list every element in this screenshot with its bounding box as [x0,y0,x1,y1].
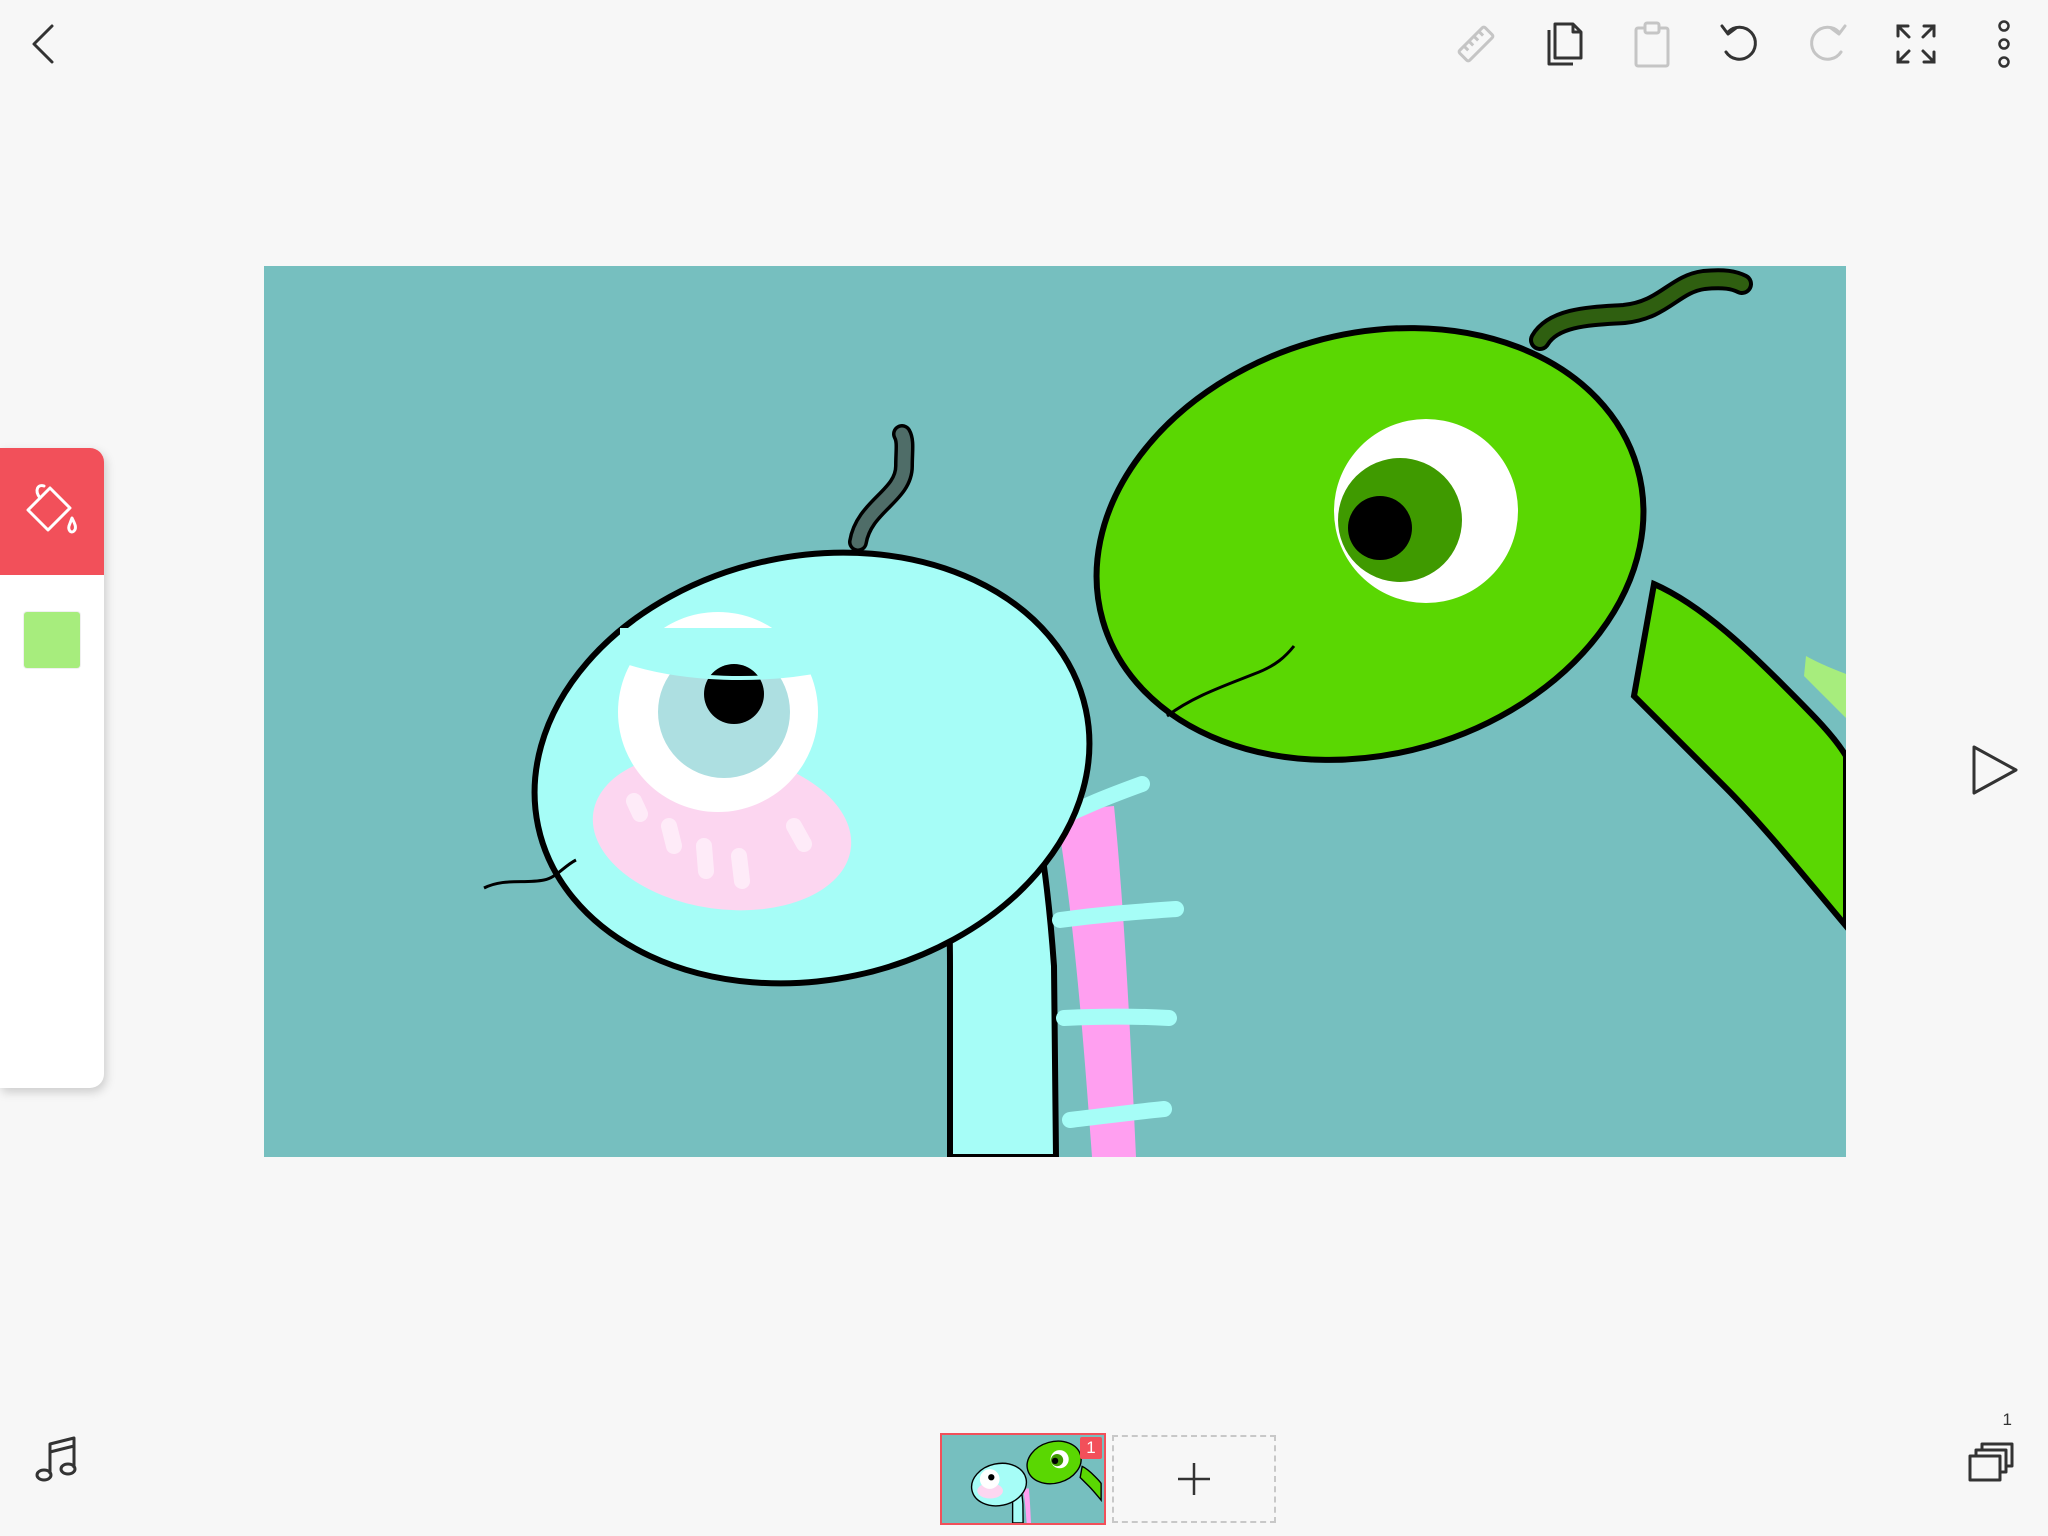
copy-icon [1547,22,1583,66]
redo-button[interactable] [1791,8,1863,80]
current-color-swatch[interactable] [24,612,80,668]
fill-bucket-tool[interactable] [0,448,104,575]
ruler-icon [1457,25,1495,63]
more-options-button[interactable] [1968,8,2040,80]
expand-icon [1896,24,1936,64]
ruler-button[interactable] [1440,8,1512,80]
frame-number-badge: 1 [1080,1437,1102,1459]
play-button[interactable] [1954,730,2034,810]
tool-panel [0,448,104,1088]
paste-button[interactable] [1616,8,1688,80]
add-frame-button[interactable] [1112,1435,1276,1523]
back-button[interactable] [8,8,80,80]
copy-button[interactable] [1527,8,1599,80]
layer-count: 1 [2002,1410,2012,1429]
frame-timeline: 1 [940,1433,1276,1525]
music-note-icon [35,1436,77,1482]
canvas-artwork [264,266,1846,1157]
undo-button[interactable] [1704,8,1776,80]
undo-icon [1720,24,1757,61]
plus-icon [1178,1463,1210,1495]
fullscreen-button[interactable] [1880,8,1952,80]
frame-thumbnail[interactable]: 1 [940,1433,1106,1525]
music-button[interactable] [22,1424,94,1496]
redo-icon [1810,24,1847,61]
fill-bucket-icon [26,483,77,534]
layers-button[interactable]: 1 [1956,1410,2028,1496]
drawing-canvas[interactable] [264,266,1846,1157]
clipboard-icon [1634,21,1670,68]
chevron-left-icon [32,24,54,64]
play-icon [1972,745,2018,795]
more-vertical-icon [1998,20,2010,68]
layers-icon [1968,1442,2014,1482]
